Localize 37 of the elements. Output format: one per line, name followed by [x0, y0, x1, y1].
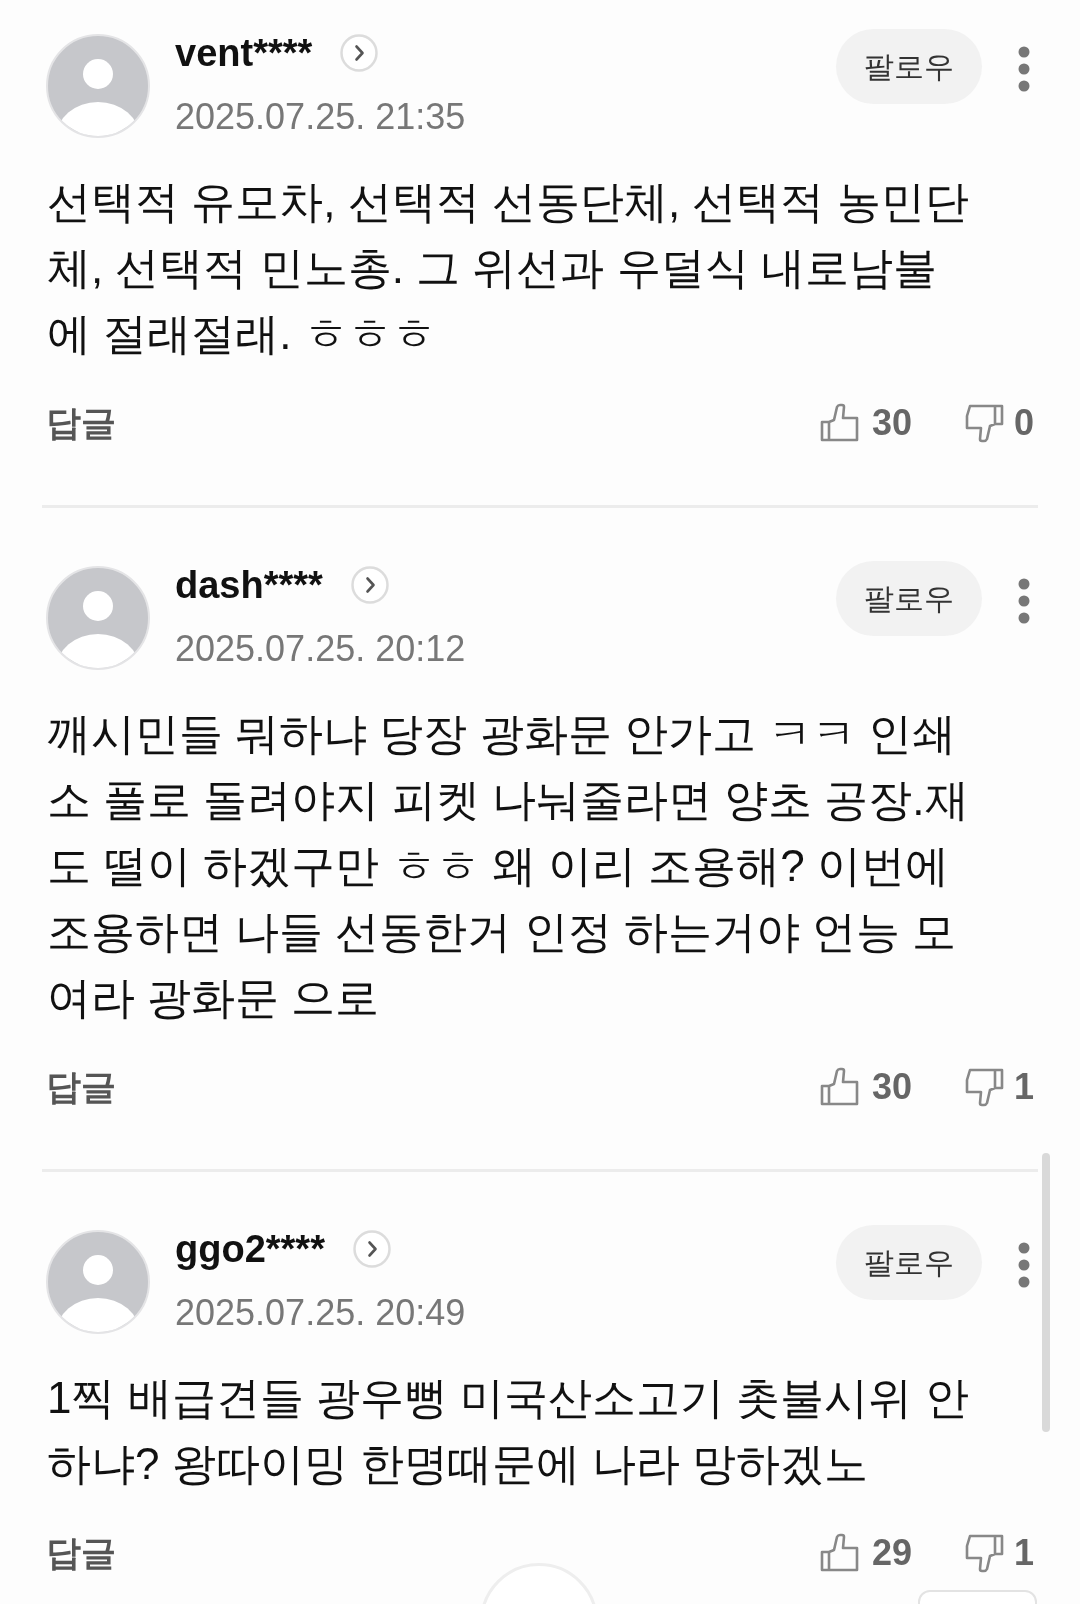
thumbs-up-icon[interactable]	[819, 1533, 860, 1573]
username[interactable]: vent****	[175, 30, 313, 76]
reply-button[interactable]: 답글	[46, 1064, 116, 1110]
comment-date: 2025.07.25. 20:12	[175, 627, 466, 671]
comment-text: 깨시민들 뭐하냐 당장 광화문 안가고 ㅋㅋ 인쇄소 풀로 돌려야지 피켓 나눠줄라면 양초 공장.재도 떨이 하겠구만 ㅎㅎ 왜 이리 조용해? 이번에 조용하면 나들 선동한거 인정 하는거야 언능 모여라 광화문 으로	[46, 708, 970, 1024]
thumbs-down-icon[interactable]	[963, 1533, 1004, 1573]
comment-text: 1찍 배급견들 광우뻥 미국산소고기 촛불시위 안하냐? 왕따이밍 한명때문에 나라 망하겠노	[46, 1372, 970, 1490]
more-options-icon[interactable]	[1018, 578, 1030, 624]
chevron-right-icon[interactable]	[350, 566, 389, 604]
thumbs-up-icon[interactable]	[819, 403, 860, 443]
follow-button[interactable]: 팔로우	[836, 1225, 982, 1300]
thumbs-down-icon[interactable]	[963, 1067, 1004, 1107]
more-options-icon[interactable]	[1018, 1242, 1030, 1288]
thumbs-up-icon[interactable]	[819, 1067, 860, 1107]
like-count: 30	[871, 401, 912, 445]
chevron-right-icon[interactable]	[340, 34, 379, 72]
username[interactable]: dash****	[175, 562, 323, 608]
comment-date: 2025.07.25. 20:49	[175, 1291, 466, 1335]
follow-button[interactable]: 팔로우	[836, 561, 982, 636]
dislike-count: 1	[1013, 1065, 1034, 1109]
dislike-count: 1	[1013, 1531, 1034, 1575]
avatar-icon	[46, 1230, 150, 1334]
avatar-icon	[46, 566, 150, 670]
reply-button[interactable]: 답글	[46, 400, 116, 446]
avatar-icon	[46, 34, 150, 138]
thumbs-down-icon[interactable]	[963, 403, 1004, 443]
follow-button[interactable]: 팔로우	[836, 29, 982, 104]
comment-text: 선택적 유모차, 선택적 선동단체, 선택적 농민단체, 선택적 민노총. 그 위선과 우덜식 내로남불에 절래절래. ㅎㅎㅎ	[46, 176, 970, 360]
username[interactable]: ggo2****	[175, 1226, 325, 1272]
like-count: 30	[871, 1065, 912, 1109]
chevron-right-icon[interactable]	[352, 1230, 391, 1268]
more-options-icon[interactable]	[1018, 46, 1030, 92]
like-count: 29	[871, 1531, 912, 1575]
comment-date: 2025.07.25. 21:35	[175, 95, 466, 139]
reply-button[interactable]: 답글	[46, 1530, 116, 1576]
scrollbar-thumb[interactable]	[1042, 1153, 1050, 1432]
dislike-count: 0	[1013, 401, 1034, 445]
